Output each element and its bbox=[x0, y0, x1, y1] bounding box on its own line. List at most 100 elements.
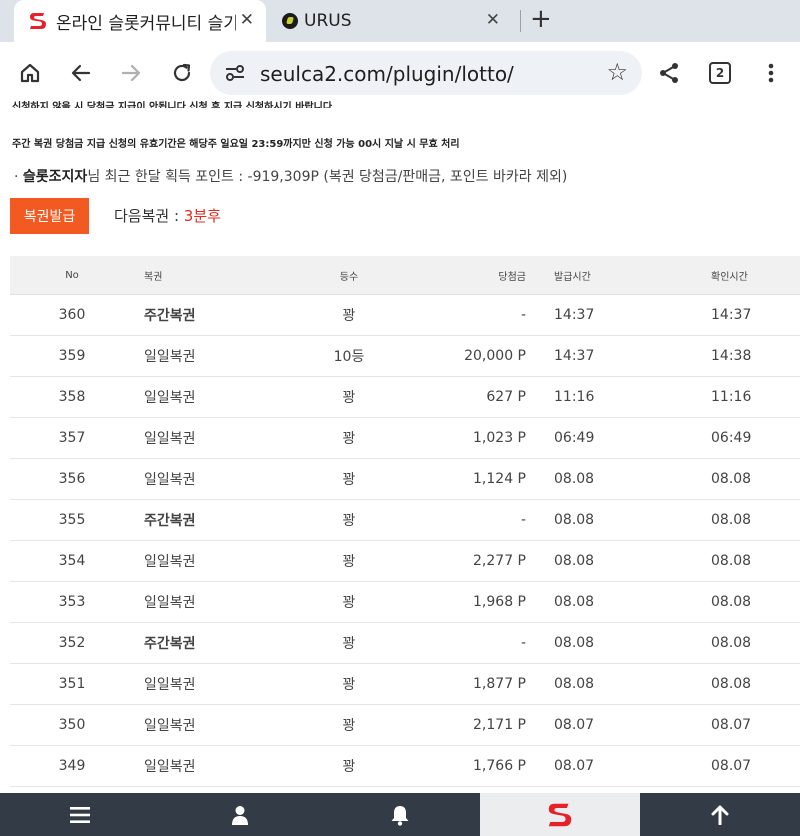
header-no: No bbox=[10, 256, 134, 295]
cell-issued-time: 08.08 bbox=[538, 663, 685, 705]
cell-rank: 꽝 bbox=[263, 622, 435, 664]
table-row: 357 일일복권 꽝 1,023 P 06:49 06:49 bbox=[10, 417, 800, 459]
next-lotto-timer: 다음복권 : 3분후 bbox=[114, 205, 221, 226]
cell-issued-time: 08.07 bbox=[538, 745, 685, 787]
table-row: 352 주간복권 꽝 -08.08 08.08 bbox=[10, 622, 800, 664]
cell-checked-time: 06:49 bbox=[685, 417, 800, 459]
cell-prize: 2,277 P bbox=[435, 540, 538, 582]
table-row: 353 일일복권 꽝 1,968 P 08.08 08.08 bbox=[10, 581, 800, 623]
cell-checked-time: 08.08 bbox=[685, 581, 800, 623]
cell-lotto-type: 일일복권 bbox=[134, 417, 263, 459]
cell-issued-time: 11:16 bbox=[538, 376, 685, 418]
cell-rank: 꽝 bbox=[263, 581, 435, 623]
cell-prize: 1,766 P bbox=[435, 745, 538, 787]
next-lotto-value: 3분후 bbox=[183, 207, 221, 225]
site-logo-icon[interactable] bbox=[480, 793, 640, 836]
cell-checked-time: 08.07 bbox=[685, 704, 800, 746]
cell-lotto-type: 주간복권 bbox=[134, 622, 263, 664]
cell-lotto-type: 일일복권 bbox=[134, 581, 263, 623]
table-row: 359 일일복권 10등 20,000 P 14:37 14:38 bbox=[10, 335, 800, 377]
cell-rank: 꽝 bbox=[263, 745, 435, 787]
points-bullet: · bbox=[14, 169, 23, 185]
browser-toolbar: seulca2.com/plugin/lotto/ ☆ bbox=[0, 42, 800, 104]
urus-favicon-icon bbox=[282, 13, 298, 29]
user-icon[interactable] bbox=[160, 793, 320, 836]
cell-no: 351 bbox=[10, 663, 134, 705]
cell-lotto-type: 일일복권 bbox=[134, 663, 263, 705]
table-row: 354 일일복권 꽝 2,277 P 08.08 08.08 bbox=[10, 540, 800, 582]
cell-prize: 1,968 P bbox=[435, 581, 538, 623]
cell-issued-time: 08.08 bbox=[538, 499, 685, 541]
tab-active[interactable]: 온라인 슬롯커뮤니티 슬기로 ✕ bbox=[14, 0, 266, 42]
cell-rank: 꽝 bbox=[263, 294, 435, 336]
cell-checked-time: 08.08 bbox=[685, 622, 800, 664]
reload-icon[interactable] bbox=[165, 56, 199, 90]
close-icon[interactable]: ✕ bbox=[240, 10, 254, 30]
share-icon[interactable] bbox=[652, 56, 686, 90]
table-row: 358 일일복권 꽝 627 P 11:16 11:16 bbox=[10, 376, 800, 418]
cell-checked-time: 08.08 bbox=[685, 499, 800, 541]
tab-switcher-button[interactable]: 2 bbox=[709, 62, 731, 84]
site-favicon-icon bbox=[30, 13, 46, 29]
more-menu-icon[interactable] bbox=[754, 56, 788, 90]
cell-no: 360 bbox=[10, 294, 134, 336]
home-icon[interactable] bbox=[13, 56, 47, 90]
bookmark-star-icon[interactable]: ☆ bbox=[606, 58, 628, 86]
url-text[interactable]: seulca2.com/plugin/lotto/ bbox=[260, 62, 514, 86]
cell-lotto-type: 일일복권 bbox=[134, 704, 263, 746]
cell-lotto-type: 주간복권 bbox=[134, 499, 263, 541]
browser-tab-bar: 온라인 슬롯커뮤니티 슬기로 ✕ URUS ✕ + bbox=[0, 0, 800, 42]
cell-no: 358 bbox=[10, 376, 134, 418]
cell-prize: 1,877 P bbox=[435, 663, 538, 705]
table-row: 356 일일복권 꽝 1,124 P 08.08 08.08 bbox=[10, 458, 800, 500]
username: 슬롯조지자 bbox=[22, 169, 88, 185]
new-tab-button[interactable]: + bbox=[530, 4, 552, 34]
cell-prize: 20,000 P bbox=[435, 335, 538, 377]
tab-urus[interactable]: URUS ✕ bbox=[272, 0, 512, 42]
address-bar[interactable]: seulca2.com/plugin/lotto/ ☆ bbox=[210, 51, 642, 95]
site-info-icon[interactable] bbox=[224, 63, 246, 83]
forward-arrow-icon[interactable] bbox=[114, 56, 148, 90]
cell-issued-time: 08.08 bbox=[538, 581, 685, 623]
header-checked-time: 확인시간 bbox=[685, 256, 800, 295]
cell-checked-time: 14:38 bbox=[685, 335, 800, 377]
tab-title: URUS bbox=[304, 11, 352, 31]
cell-issued-time: 08.08 bbox=[538, 622, 685, 664]
cell-no: 352 bbox=[10, 622, 134, 664]
table-row: 360 주간복권 꽝 -14:37 14:37 bbox=[10, 294, 800, 336]
issue-lotto-button[interactable]: 복권발급 bbox=[10, 198, 89, 234]
cell-no: 356 bbox=[10, 458, 134, 500]
cell-lotto-type: 일일복권 bbox=[134, 458, 263, 500]
cell-lotto-type: 주간복권 bbox=[134, 294, 263, 336]
tab-separator bbox=[520, 10, 521, 32]
cell-no: 349 bbox=[10, 745, 134, 787]
header-issued-time: 발급시간 bbox=[538, 256, 685, 295]
header-rank: 등수 bbox=[263, 256, 435, 295]
cell-issued-time: 08.08 bbox=[538, 540, 685, 582]
cell-prize: - bbox=[435, 294, 538, 336]
bottom-nav-bar bbox=[0, 793, 800, 836]
bell-icon[interactable] bbox=[320, 793, 480, 836]
cell-rank: 꽝 bbox=[263, 704, 435, 746]
cell-issued-time: 14:37 bbox=[538, 335, 685, 377]
cell-rank: 꽝 bbox=[263, 499, 435, 541]
cell-rank: 꽝 bbox=[263, 417, 435, 459]
cell-lotto-type: 일일복권 bbox=[134, 745, 263, 787]
menu-icon[interactable] bbox=[0, 793, 160, 836]
cell-lotto-type: 일일복권 bbox=[134, 376, 263, 418]
close-icon[interactable]: ✕ bbox=[486, 10, 500, 30]
cell-rank: 꽝 bbox=[263, 376, 435, 418]
header-lotto-type: 복권 bbox=[134, 256, 263, 295]
cell-checked-time: 08.07 bbox=[685, 745, 800, 787]
cell-prize: 627 P bbox=[435, 376, 538, 418]
lotto-history-table: No 복권 등수 당첨금 발급시간 확인시간 360 주간복권 꽝 -14:37 14:… bbox=[10, 256, 800, 828]
cell-issued-time: 06:49 bbox=[538, 417, 685, 459]
arrow-up-icon[interactable] bbox=[640, 793, 800, 836]
cell-no: 355 bbox=[10, 499, 134, 541]
cell-prize: 1,023 P bbox=[435, 417, 538, 459]
back-arrow-icon[interactable] bbox=[64, 56, 98, 90]
cell-prize: 1,124 P bbox=[435, 458, 538, 500]
cell-no: 357 bbox=[10, 417, 134, 459]
cell-rank: 꽝 bbox=[263, 540, 435, 582]
table-row: 349 일일복권 꽝 1,766 P 08.07 08.07 bbox=[10, 745, 800, 787]
